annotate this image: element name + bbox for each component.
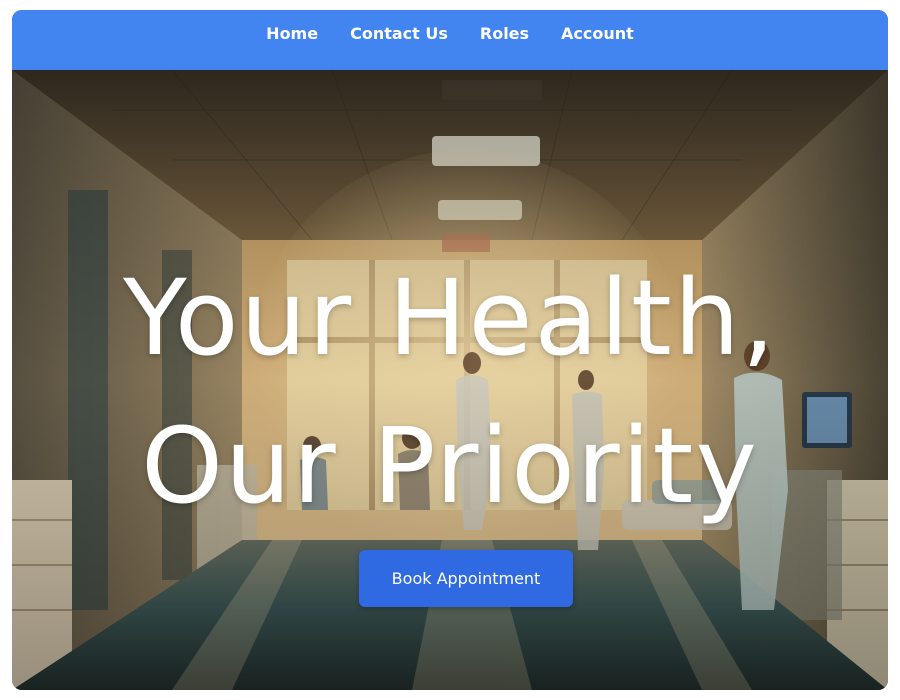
nav-contact-us-link[interactable]: Contact Us bbox=[350, 24, 448, 43]
page-frame: Home Contact Us Roles Account Your Healt… bbox=[12, 10, 888, 690]
hero-title: Your Health, Our Priority bbox=[12, 244, 888, 540]
top-navbar: Home Contact Us Roles Account bbox=[12, 10, 888, 70]
book-appointment-button[interactable]: Book Appointment bbox=[359, 550, 573, 607]
nav-home-link[interactable]: Home bbox=[266, 24, 318, 43]
hero-title-line-2: Our Priority bbox=[141, 405, 759, 527]
nav-list: Home Contact Us Roles Account bbox=[266, 24, 634, 43]
nav-roles-link[interactable]: Roles bbox=[480, 24, 529, 43]
hero-section: Your Health, Our Priority Book Appointme… bbox=[12, 70, 888, 690]
hero-title-line-1: Your Health, bbox=[123, 257, 777, 379]
nav-account-link[interactable]: Account bbox=[561, 24, 634, 43]
